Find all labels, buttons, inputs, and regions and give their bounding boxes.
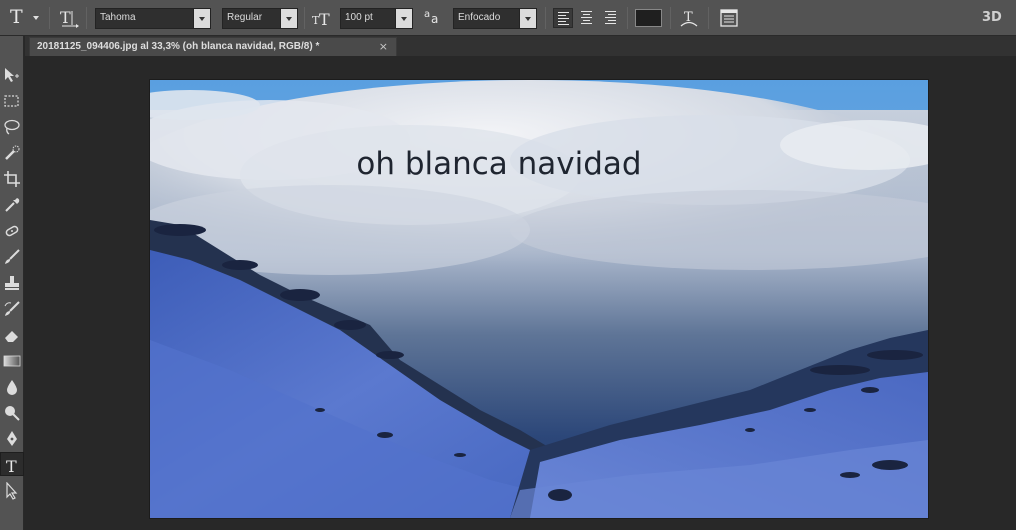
- separator: [304, 7, 305, 29]
- lasso-tool-icon: [4, 119, 20, 135]
- pen-tool-icon: [7, 431, 17, 446]
- gradient-tool[interactable]: [0, 348, 24, 372]
- quick-select-tool-icon: [5, 145, 20, 160]
- marquee-tool-icon: [4, 95, 19, 107]
- antialias-dropdown[interactable]: Enfocado: [453, 8, 537, 29]
- svg-text:T: T: [60, 8, 71, 27]
- chevron-down-icon[interactable]: [280, 9, 297, 28]
- tool-preset-dropdown-icon[interactable]: [33, 16, 39, 20]
- antialias-value: Enfocado: [458, 12, 501, 23]
- document-canvas[interactable]: oh blanca navidad: [150, 80, 928, 518]
- separator: [627, 7, 628, 29]
- brush-tool[interactable]: [0, 244, 24, 268]
- svg-text:T: T: [6, 457, 17, 475]
- crop-tool-icon: [4, 171, 20, 187]
- separator: [545, 7, 546, 29]
- separator: [670, 7, 671, 29]
- chevron-down-icon[interactable]: [193, 9, 210, 28]
- font-family-value: Tahoma: [100, 12, 136, 23]
- chevron-down-icon[interactable]: [519, 9, 536, 28]
- 3d-button[interactable]: 3D: [982, 10, 1002, 25]
- history-brush-tool[interactable]: [0, 296, 24, 320]
- dodge-tool[interactable]: [0, 400, 24, 424]
- quick-select-tool[interactable]: [0, 140, 24, 164]
- stamp-tool[interactable]: [0, 270, 24, 294]
- text-color-swatch[interactable]: [635, 9, 662, 27]
- move-tool[interactable]: [0, 62, 24, 86]
- history-brush-tool-icon: [4, 301, 20, 316]
- svg-text:T: T: [319, 10, 330, 29]
- separator: [708, 7, 709, 29]
- type-tool-icon: T: [6, 457, 17, 475]
- brush-tool-icon: [5, 249, 20, 264]
- font-size-value: 100 pt: [345, 12, 373, 23]
- healing-tool-icon: [5, 225, 19, 237]
- workspace: oh blanca navidad: [25, 56, 1016, 530]
- photoshop-window: T T Tahoma Regular T T 100 pt a a Enfoca…: [0, 0, 1016, 530]
- crop-tool[interactable]: [0, 166, 24, 190]
- align-left-button[interactable]: [553, 8, 573, 28]
- dodge-tool-icon: [5, 406, 20, 421]
- align-center-button[interactable]: [577, 8, 597, 28]
- text-orientation-icon[interactable]: T: [58, 7, 80, 29]
- type-tool[interactable]: T: [0, 452, 24, 476]
- font-style-dropdown[interactable]: Regular: [222, 8, 298, 29]
- document-tab-title: 20181125_094406.jpg al 33,3% (oh blanca …: [37, 41, 320, 52]
- marquee-tool[interactable]: [0, 88, 24, 112]
- close-icon[interactable]: ×: [379, 40, 388, 53]
- align-right-button[interactable]: [600, 8, 620, 28]
- document-tab[interactable]: 20181125_094406.jpg al 33,3% (oh blanca …: [29, 37, 397, 56]
- font-size-icon: T T: [311, 7, 333, 29]
- lasso-tool[interactable]: [0, 114, 24, 138]
- blur-tool-icon: [7, 380, 17, 395]
- chevron-down-icon[interactable]: [395, 9, 412, 28]
- font-size-dropdown[interactable]: 100 pt: [340, 8, 413, 29]
- gradient-tool-icon: [3, 355, 21, 367]
- eyedropper-tool[interactable]: [0, 192, 24, 216]
- blur-tool[interactable]: [0, 374, 24, 398]
- path-select-tool[interactable]: [0, 478, 24, 502]
- eyedropper-tool-icon: [5, 198, 20, 212]
- options-bar: T T Tahoma Regular T T 100 pt a a Enfoca…: [0, 0, 1016, 36]
- separator: [49, 7, 50, 29]
- stamp-tool-icon: [5, 276, 19, 290]
- canvas-text-layer[interactable]: oh blanca navidad: [150, 146, 848, 182]
- warp-text-icon[interactable]: T: [678, 7, 700, 29]
- healing-tool[interactable]: [0, 218, 24, 242]
- font-family-dropdown[interactable]: Tahoma: [95, 8, 211, 29]
- move-tool-icon: [5, 68, 19, 82]
- character-panel-icon[interactable]: [718, 8, 740, 28]
- type-tool-preset-icon[interactable]: T: [10, 6, 23, 28]
- document-tab-bar: 20181125_094406.jpg al 33,3% (oh blanca …: [25, 36, 1016, 56]
- eraser-tool[interactable]: [0, 322, 24, 346]
- path-select-tool-icon: [6, 482, 18, 500]
- separator: [86, 7, 87, 29]
- font-style-value: Regular: [227, 12, 263, 23]
- pen-tool[interactable]: [0, 426, 24, 450]
- eraser-tool-icon: [5, 331, 18, 342]
- antialias-icon: a a: [424, 9, 439, 26]
- tools-panel: T: [0, 36, 24, 530]
